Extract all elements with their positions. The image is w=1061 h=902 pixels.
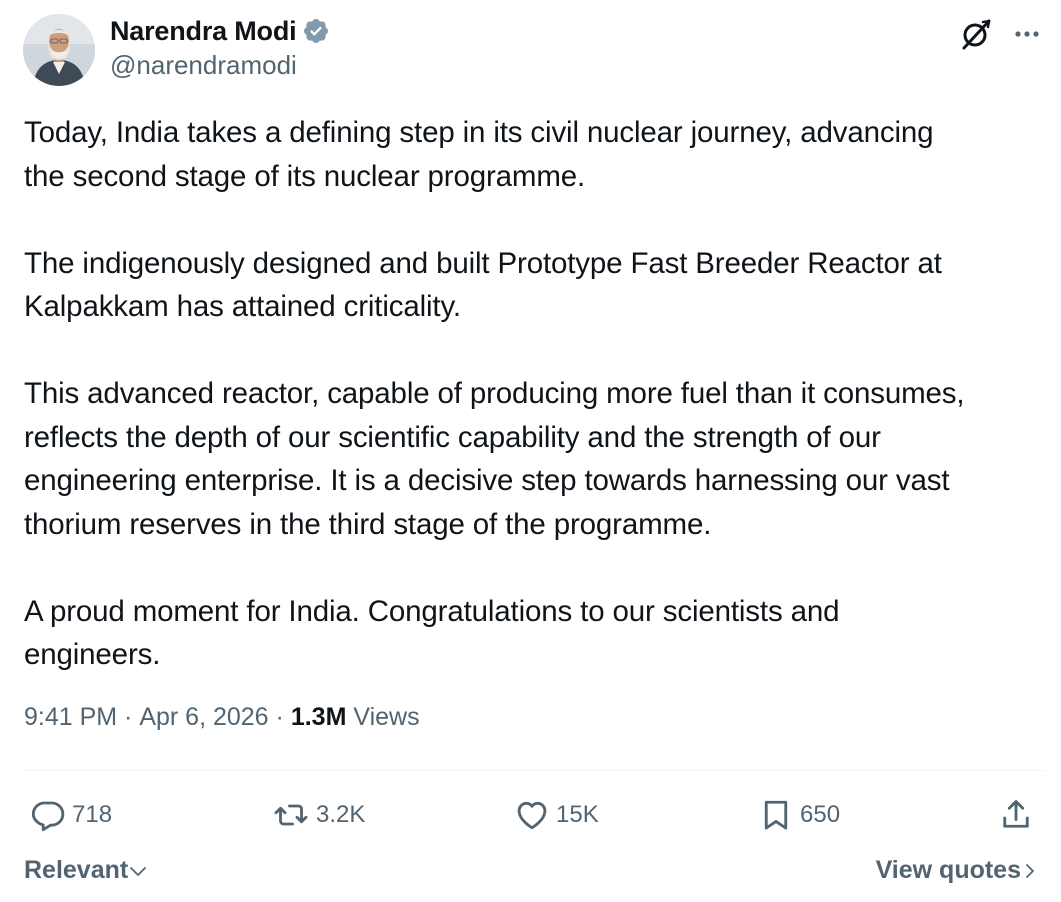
sort-label: Relevant bbox=[24, 856, 129, 884]
repost-icon bbox=[274, 804, 308, 826]
tweet-paragraph: The indigenously designed and built Prot… bbox=[24, 246, 942, 324]
bookmark-icon bbox=[764, 800, 788, 830]
like-button[interactable]: 15K bbox=[514, 795, 599, 835]
avatar[interactable] bbox=[23, 14, 95, 86]
like-count: 15K bbox=[556, 801, 599, 828]
share-icon bbox=[1003, 800, 1029, 828]
avatar-image bbox=[23, 14, 95, 86]
tweet-card: Narendra Modi @narendramodi Today, India… bbox=[0, 0, 1061, 902]
tweet-date[interactable]: Apr 6, 2026 bbox=[139, 703, 268, 732]
meta-separator: · bbox=[268, 703, 291, 731]
views-label: Views bbox=[346, 703, 420, 731]
chevron-right-icon bbox=[1026, 863, 1034, 878]
author-name-row[interactable]: Narendra Modi bbox=[110, 14, 330, 48]
divider bbox=[24, 770, 1044, 771]
chevron-down-icon bbox=[130, 866, 147, 876]
heart-icon bbox=[517, 801, 547, 830]
action-bar: 718 3.2K 15K 650 bbox=[0, 790, 1061, 840]
meta-separator: · bbox=[117, 703, 140, 731]
bookmark-count: 650 bbox=[800, 801, 841, 828]
view-quotes-label: View quotes bbox=[875, 856, 1021, 884]
tweet-meta: 9:41 PM · Apr 6, 2026 · 1.3M Views bbox=[24, 703, 420, 732]
reply-count: 718 bbox=[72, 801, 113, 828]
view-quotes-link[interactable]: View quotes bbox=[876, 856, 1039, 885]
views-count: 1.3M bbox=[290, 703, 347, 731]
reply-button[interactable]: 718 bbox=[30, 795, 112, 835]
tweet-text: Today, India takes a defining step in it… bbox=[24, 111, 1049, 677]
tweet-paragraph: A proud moment for India. Congratulation… bbox=[24, 594, 840, 672]
repost-count: 3.2K bbox=[316, 801, 366, 828]
author-handle[interactable]: @narendramodi bbox=[110, 50, 297, 81]
share-button[interactable] bbox=[998, 795, 1034, 835]
reply-icon bbox=[31, 801, 65, 832]
tweet-time[interactable]: 9:41 PM bbox=[24, 703, 117, 732]
sort-dropdown[interactable]: Relevant bbox=[24, 856, 148, 885]
verified-badge-icon bbox=[302, 17, 330, 45]
replies-footer: Relevant View quotes bbox=[0, 850, 1061, 890]
grok-icon[interactable] bbox=[958, 16, 994, 52]
bookmark-button[interactable]: 650 bbox=[758, 795, 840, 835]
tweet-paragraph: This advanced reactor, capable of produc… bbox=[24, 377, 965, 541]
repost-button[interactable]: 3.2K bbox=[272, 795, 365, 835]
author-display-name[interactable]: Narendra Modi bbox=[110, 16, 297, 47]
more-horizontal-icon[interactable] bbox=[1006, 16, 1046, 52]
tweet-paragraph: Today, India takes a defining step in it… bbox=[24, 116, 934, 193]
